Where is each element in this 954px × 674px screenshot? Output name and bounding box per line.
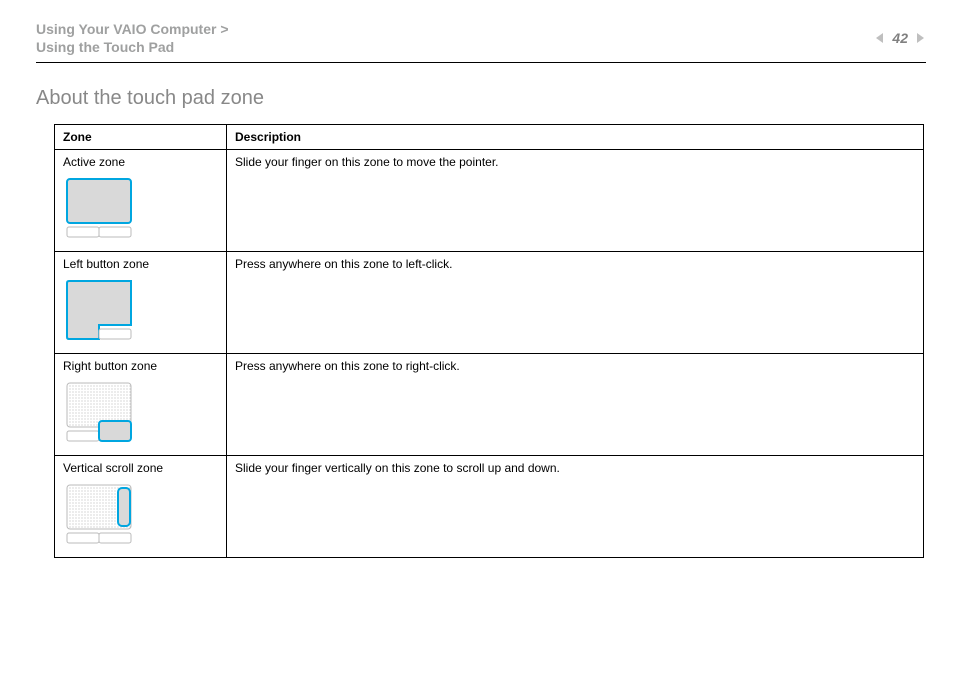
left-button-zone-icon <box>63 277 141 345</box>
zone-description: Slide your finger vertically on this zon… <box>227 456 924 558</box>
table-row: Active zone Slide your finger on this zo… <box>55 150 924 252</box>
zone-description: Press anywhere on this zone to left-clic… <box>227 252 924 354</box>
zone-table: Zone Description Active zone Slide your … <box>54 124 924 558</box>
table-row: Left button zone Press anywhere on this … <box>55 252 924 354</box>
breadcrumb-line1: Using Your VAIO Computer > <box>36 20 229 38</box>
section-title: About the touch pad zone <box>36 87 926 110</box>
zone-description: Press anywhere on this zone to right-cli… <box>227 354 924 456</box>
table-header-description: Description <box>227 125 924 150</box>
zone-label: Vertical scroll zone <box>63 461 218 475</box>
table-row: Vertical scroll zone Slide your finger v… <box>55 456 924 558</box>
next-page-icon[interactable] <box>914 32 926 44</box>
right-button-zone-icon <box>63 379 141 447</box>
zone-description: Slide your finger on this zone to move t… <box>227 150 924 252</box>
prev-page-icon[interactable] <box>874 32 886 44</box>
page-number: 42 <box>892 30 908 46</box>
table-header-zone: Zone <box>55 125 227 150</box>
page-nav: 42 <box>874 30 926 46</box>
header-divider <box>36 62 926 63</box>
active-zone-icon <box>63 175 141 243</box>
table-row: Right button zone Press anywhere on this… <box>55 354 924 456</box>
zone-label: Left button zone <box>63 257 218 271</box>
zone-label: Right button zone <box>63 359 218 373</box>
vertical-scroll-zone-icon <box>63 481 141 549</box>
zone-label: Active zone <box>63 155 218 169</box>
breadcrumb-line2: Using the Touch Pad <box>36 38 229 56</box>
